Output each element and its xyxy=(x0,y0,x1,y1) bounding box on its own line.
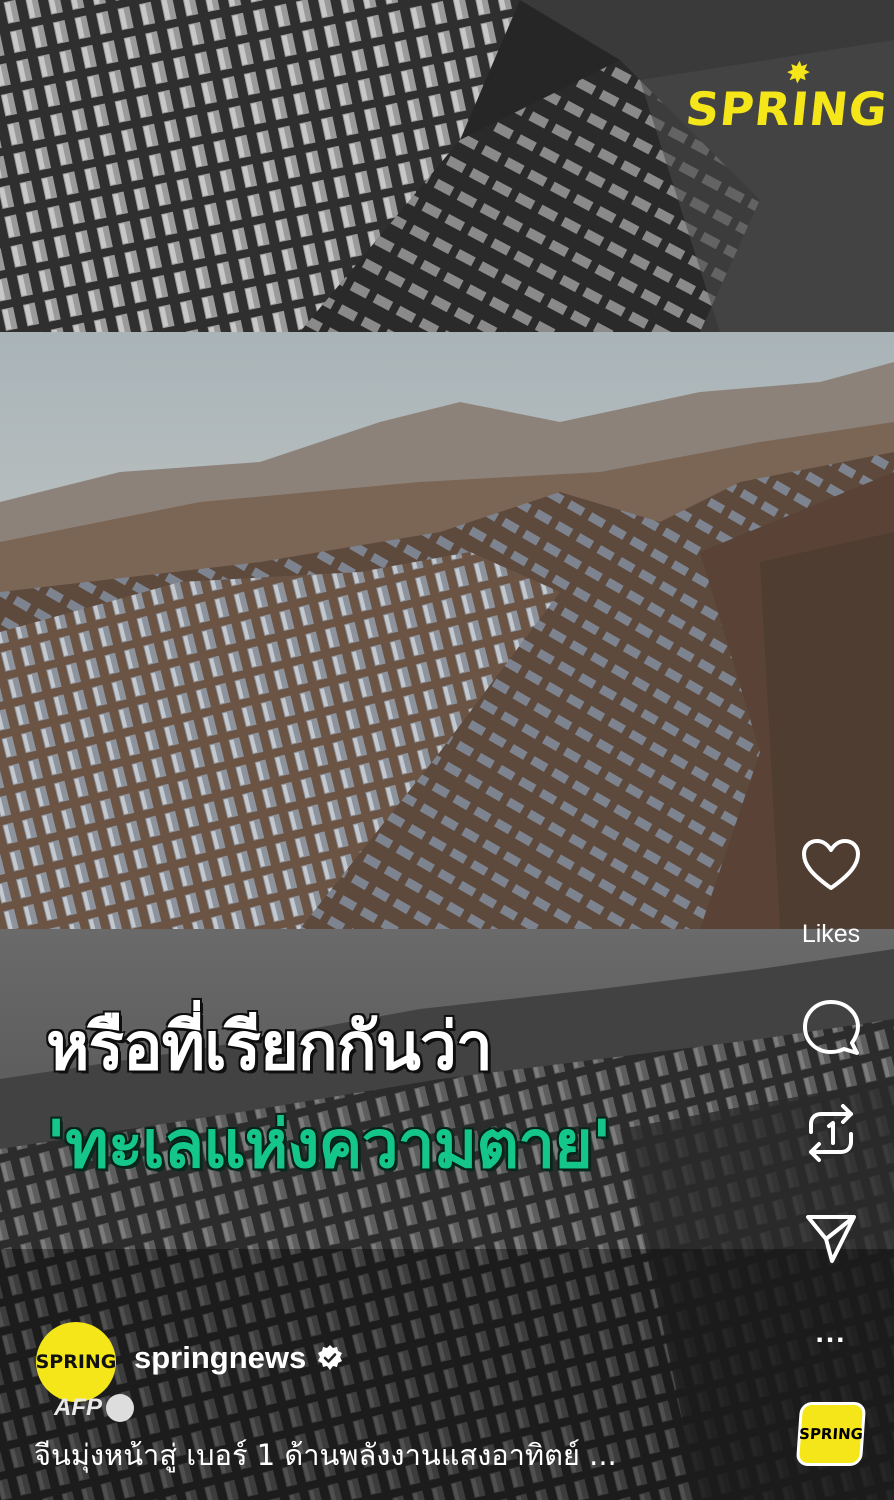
repost-icon xyxy=(809,1104,853,1162)
share-icon xyxy=(806,1215,856,1263)
username: springnews xyxy=(134,1340,307,1375)
video-frame-middle xyxy=(0,332,894,929)
afp-watermark: AFP xyxy=(54,1394,134,1422)
sun-burst-icon: ✸ xyxy=(783,56,814,91)
share-button[interactable] xyxy=(798,1208,864,1268)
comment-icon xyxy=(803,1000,860,1055)
spring-logo: ✸ SPRING xyxy=(683,56,891,136)
more-options-button[interactable]: ... xyxy=(798,1316,864,1350)
avatar-logo: SPRING xyxy=(35,1351,117,1373)
headline-line-2: 'ทะเลแห่งความตาย' xyxy=(46,1106,612,1183)
comment-button[interactable] xyxy=(798,996,864,1060)
video-frame-top: ✸ SPRING xyxy=(0,0,894,332)
headline-line-1: หรือที่เรียกกันว่า xyxy=(46,1008,493,1085)
audio-thumbnail[interactable]: SPRING xyxy=(795,1402,867,1466)
heart-icon xyxy=(802,839,860,890)
username-row[interactable]: springnews xyxy=(134,1340,344,1376)
post-caption[interactable]: จีนมุ่งหน้าสู่ เบอร์ 1 ด้านพลังงานแสงอาท… xyxy=(34,1432,617,1478)
like-button[interactable] xyxy=(798,834,864,896)
likes-count-label: Likes xyxy=(801,920,861,948)
verified-badge-icon xyxy=(318,1345,343,1370)
reel-viewer[interactable]: ✸ SPRING หรือที่เรียกกันว่า 'ทะเลแห่งควา… xyxy=(0,0,894,1500)
repost-button[interactable] xyxy=(798,1100,864,1166)
avatar[interactable]: SPRING xyxy=(36,1322,116,1402)
afp-dot-icon xyxy=(106,1394,134,1422)
